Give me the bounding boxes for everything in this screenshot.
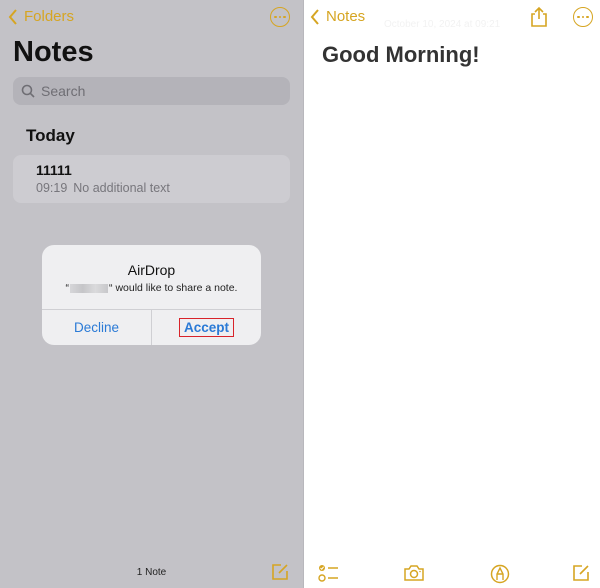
search-placeholder: Search (41, 83, 86, 99)
search-input[interactable]: Search (13, 77, 290, 105)
folders-back-label: Folders (24, 8, 75, 25)
compose-icon[interactable] (271, 563, 289, 586)
airdrop-alert: AirDrop “ “ would like to share a note. … (42, 245, 261, 345)
notes-list-panel: Folders Notes Search Today 11111 09:19 No… (0, 0, 303, 588)
page-title: Notes (13, 36, 94, 68)
folders-back-button[interactable]: Folders (8, 8, 74, 25)
note-list-item[interactable]: 11111 09:19 No additional text (13, 155, 290, 203)
camera-icon[interactable] (403, 564, 425, 587)
markup-pen-icon[interactable] (490, 564, 510, 588)
alert-title: AirDrop (127, 262, 176, 278)
search-icon (21, 84, 35, 98)
alert-message-text: “ would like to share a note. (109, 282, 238, 294)
chevron-left-icon (8, 8, 17, 25)
compose-icon[interactable] (572, 564, 590, 587)
notes-back-label: Notes (326, 8, 366, 25)
blurred-sender-name (70, 283, 109, 293)
alert-quote: “ (65, 282, 70, 294)
decline-label: Decline (73, 320, 120, 335)
note-preview: No additional text (73, 181, 170, 195)
share-icon[interactable] (530, 6, 548, 33)
note-count: 1 Note (136, 567, 167, 578)
note-detail-panel: Notes October 10, 2024 at 09:21 Good Mor… (303, 0, 600, 588)
checklist-icon[interactable] (318, 564, 340, 587)
chevron-left-icon (310, 8, 319, 25)
note-time: 09:19 (36, 181, 68, 195)
note-date: October 10, 2024 at 09:21 (384, 19, 501, 30)
more-options-icon[interactable] (573, 7, 593, 27)
accept-button[interactable]: Accept (152, 310, 261, 345)
accept-label: Accept (178, 318, 234, 337)
note-heading: Good Morning! (322, 42, 480, 67)
notes-back-button[interactable]: Notes (310, 8, 365, 25)
more-options-icon[interactable] (270, 7, 290, 27)
alert-message: “ “ would like to share a note. (42, 282, 261, 294)
section-header-today: Today (26, 126, 75, 145)
note-title: 11111 (36, 162, 72, 178)
decline-button[interactable]: Decline (42, 310, 152, 345)
